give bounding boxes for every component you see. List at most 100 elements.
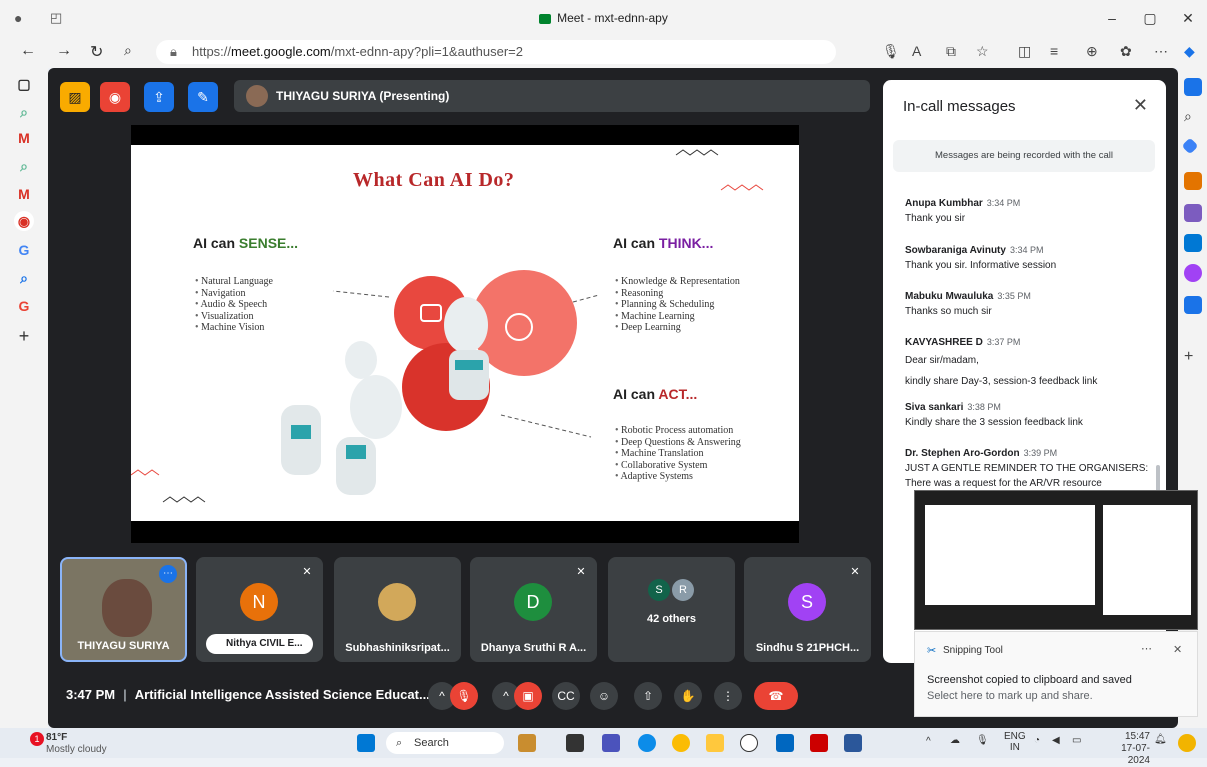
copilot-sidebar-icon[interactable]	[1184, 78, 1202, 96]
participant-tile[interactable]: ✕ N Nithya CIVIL E...	[196, 557, 323, 662]
reactions-button[interactable]: ☺	[590, 682, 618, 710]
read-aloud-icon[interactable]: A	[912, 43, 921, 59]
extensions-icon[interactable]: ✿	[1120, 43, 1132, 60]
copilot-designer-icon[interactable]	[1184, 264, 1202, 282]
chevron-up-icon[interactable]: ^	[926, 736, 931, 747]
raise-hand-button[interactable]: ✋	[674, 682, 702, 710]
participant-tile[interactable]: ✕ D Dhanya Sruthi R A...	[470, 557, 597, 662]
snipping-tool-icon: ✂	[927, 645, 937, 657]
minimize-button[interactable]: –	[1093, 0, 1131, 36]
camera-toggle-button[interactable]: ▣	[514, 682, 542, 710]
participant-tile[interactable]: ✕ S Sindhu S 21PHCH...	[744, 557, 871, 662]
search-icon[interactable]: ⌕	[124, 42, 132, 59]
add-icon[interactable]: +	[14, 326, 34, 346]
drop-icon[interactable]	[1184, 296, 1202, 314]
close-window-button[interactable]: ✕	[1169, 0, 1207, 36]
close-icon[interactable]: ✕	[1133, 95, 1148, 116]
snip-thumbnail[interactable]	[914, 490, 1198, 630]
participant-tile-self[interactable]: ⋯ THIYAGU SURIYA	[60, 557, 187, 662]
presentation-icon[interactable]: ▨	[60, 82, 90, 112]
bell-icon[interactable]: 🔔︎	[1154, 734, 1167, 745]
gmail-icon[interactable]: M	[14, 128, 34, 148]
clock[interactable]: 15:47 17-07-2024	[1100, 731, 1150, 767]
gmail-icon[interactable]: M	[14, 184, 34, 204]
participant-video	[102, 579, 152, 637]
participant-avatar: S	[788, 583, 826, 621]
temperature[interactable]: 81°F	[46, 732, 67, 743]
participant-tile[interactable]: Subhashiniksripat...	[334, 557, 461, 662]
shopping-tag-icon[interactable]	[1181, 137, 1199, 155]
chat-message: Dr. Stephen Aro-Gordon 3:39 PM JUST A GENT…	[905, 448, 1149, 489]
leave-call-button[interactable]: ☎	[754, 682, 798, 710]
google-icon[interactable]: G	[14, 240, 34, 260]
mic-site-icon[interactable]: 🎙︎	[882, 43, 900, 60]
chat-message: Sowbaraniga Avinuty 3:34 PM Thank you sir.…	[905, 245, 1057, 271]
search-icon[interactable]: ⌕	[1184, 108, 1202, 126]
outlook-icon[interactable]	[1184, 234, 1202, 252]
language-indicator[interactable]: ENG IN	[1004, 731, 1026, 753]
others-count: 42 others	[647, 613, 696, 625]
participant-avatar: N	[240, 583, 278, 621]
more-icon[interactable]: ⋯	[1141, 642, 1152, 655]
more-options-button[interactable]: ⋮	[714, 682, 742, 710]
google-icon[interactable]: G	[14, 296, 34, 316]
split-screen-icon[interactable]: ◫	[1018, 43, 1031, 60]
tabs-icon[interactable]: ▢	[14, 74, 34, 94]
collections-icon[interactable]: ⊕	[1086, 43, 1098, 60]
battery-icon[interactable]: ▭	[1072, 735, 1081, 746]
record-tab-icon[interactable]: ◉	[14, 211, 34, 231]
chat-message: Anupa Kumbhar 3:34 PM Thank you sir	[905, 198, 1021, 224]
meeting-title: Artificial Intelligence Assisted Science…	[134, 687, 430, 702]
favorites-icon[interactable]: ≡	[1050, 43, 1058, 59]
effects-icon[interactable]: ✎	[188, 82, 218, 112]
url-field[interactable]: 🔒︎ https://meet.google.com/mxt-ednn-apy?…	[156, 40, 836, 64]
recording-icon[interactable]: ◉	[100, 82, 130, 112]
thumbnail-chat	[1103, 505, 1191, 615]
copilot-taskbar-icon[interactable]	[1178, 734, 1196, 752]
teams-icon[interactable]	[602, 734, 620, 752]
search-icon: ⌕	[396, 737, 403, 749]
dell-icon[interactable]	[740, 734, 758, 752]
store-icon[interactable]	[776, 734, 794, 752]
cloud-icon[interactable]: ☁	[950, 735, 960, 746]
task-view-icon[interactable]	[566, 734, 584, 752]
taskbar-search[interactable]: ⌕ Search	[386, 732, 504, 754]
app-available-icon[interactable]: ⧉	[946, 43, 956, 60]
refresh-icon[interactable]: ↻	[90, 42, 103, 62]
captions-button[interactable]: CC	[552, 682, 580, 710]
games-icon[interactable]	[1184, 204, 1202, 222]
mic-toggle-button[interactable]: 🎙︎	[450, 682, 478, 710]
widgets-icon[interactable]	[518, 734, 536, 752]
others-tile[interactable]: S R 42 others	[608, 557, 735, 662]
search-sidebar-icon[interactable]: ⌕	[14, 102, 34, 122]
title-bar: ● ◰ Meet - mxt-ednn-apy – ▢ ✕	[0, 0, 1207, 36]
wifi-icon[interactable]: ◔	[1034, 735, 1040, 746]
mic-icon[interactable]: 🎙︎	[976, 735, 989, 746]
recording-note: Messages are being recorded with the cal…	[893, 140, 1155, 172]
mic-off-icon: ✕	[302, 566, 312, 578]
maximize-button[interactable]: ▢	[1131, 0, 1169, 36]
add-icon[interactable]: +	[1184, 348, 1202, 366]
close-icon[interactable]: ✕	[1173, 643, 1182, 656]
edge-icon[interactable]	[638, 734, 656, 752]
search-sidebar-icon[interactable]: ⌕	[14, 268, 34, 288]
more-options-icon[interactable]: ⋯	[159, 565, 177, 583]
snipping-toast[interactable]: ✂ Snipping Tool ⋯ ✕ Screenshot copied to…	[914, 631, 1198, 717]
weather[interactable]: Mostly cloudy	[46, 744, 107, 755]
file-explorer-icon[interactable]	[706, 734, 724, 752]
chrome-icon[interactable]	[672, 734, 690, 752]
tools-icon[interactable]	[1184, 172, 1202, 190]
activities-icon[interactable]: ⇪	[144, 82, 174, 112]
search-sidebar-icon[interactable]: ⌕	[14, 156, 34, 176]
present-button[interactable]: ⇧	[634, 682, 662, 710]
back-icon[interactable]: ←	[20, 42, 36, 60]
favorite-icon[interactable]: ☆	[976, 43, 989, 60]
participant-avatar	[378, 583, 416, 621]
volume-icon[interactable]: ◀	[1052, 735, 1060, 746]
word-icon[interactable]	[844, 734, 862, 752]
forward-icon[interactable]: →	[56, 42, 72, 60]
copilot-icon[interactable]: ◆	[1184, 43, 1195, 60]
more-icon[interactable]: ⋯	[1154, 43, 1168, 60]
start-icon[interactable]	[357, 734, 375, 752]
app-icon[interactable]	[810, 734, 828, 752]
